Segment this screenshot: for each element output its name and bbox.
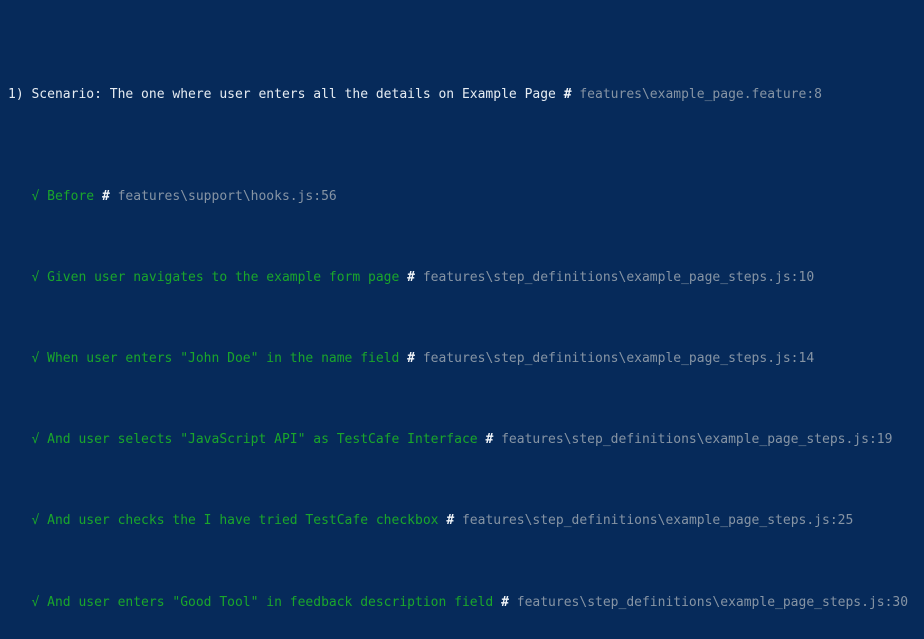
step-text: And user checks the I have tried TestCaf… <box>47 513 439 529</box>
scenario-index: 1) <box>8 87 24 103</box>
step-line: √ Given user navigates to the example fo… <box>0 268 924 288</box>
step-location[interactable]: features\step_definitions\example_page_s… <box>517 595 908 610</box>
hash-marker: # <box>485 432 494 448</box>
step-status-glyph: √ <box>31 513 40 529</box>
step-text: And user enters "Good Tool" in feedback … <box>47 594 494 610</box>
hash-marker: # <box>563 87 572 103</box>
terminal-output: 1) Scenario: The one where user enters a… <box>0 0 924 639</box>
step-line: √ Before # features\support\hooks.js:56 <box>0 187 924 207</box>
step-line: √ When user enters "John Doe" in the nam… <box>0 349 924 369</box>
step-line: √ And user checks the I have tried TestC… <box>0 511 924 531</box>
step-status-glyph: √ <box>31 432 40 448</box>
hash-marker: # <box>446 513 455 529</box>
step-location[interactable]: features\step_definitions\example_page_s… <box>423 351 814 366</box>
step-status-glyph: √ <box>31 594 40 610</box>
step-text: Before <box>47 188 95 204</box>
hash-marker: # <box>407 351 415 367</box>
step-line: √ And user enters "Good Tool" in feedbac… <box>0 593 924 613</box>
hash-marker: # <box>501 594 509 610</box>
step-location[interactable]: features\step_definitions\example_page_s… <box>423 270 814 285</box>
step-line: √ And user selects "JavaScript API" as T… <box>0 430 924 450</box>
step-text: When user enters "John Doe" in the name … <box>47 351 400 367</box>
step-status-glyph: √ <box>31 188 40 204</box>
step-location[interactable]: features\step_definitions\example_page_s… <box>501 432 892 447</box>
step-text: Given user navigates to the example form… <box>47 269 400 285</box>
hash-marker: # <box>407 269 415 285</box>
scenario-label: Scenario: The one where user enters all … <box>31 87 556 103</box>
step-status-glyph: √ <box>31 269 40 285</box>
step-text: And user selects "JavaScript API" as Tes… <box>47 432 478 448</box>
step-location[interactable]: features\step_definitions\example_page_s… <box>462 513 853 528</box>
step-location[interactable]: features\support\hooks.js:56 <box>118 189 337 204</box>
scenario-location[interactable]: features\example_page.feature:8 <box>579 87 822 102</box>
hash-marker: # <box>101 188 110 204</box>
step-status-glyph: √ <box>31 351 40 367</box>
scenario-header-line: 1) Scenario: The one where user enters a… <box>0 85 924 105</box>
